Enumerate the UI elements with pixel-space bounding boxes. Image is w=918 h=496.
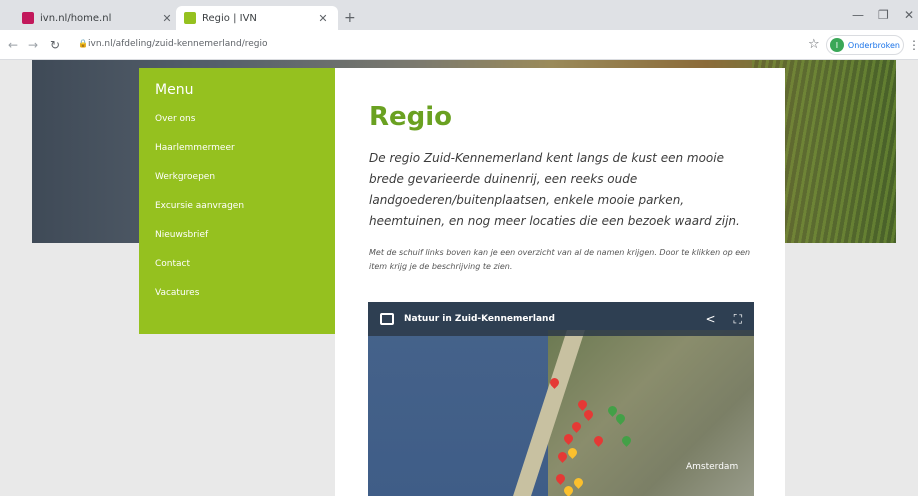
forward-icon[interactable]: →	[28, 38, 38, 52]
menu-item-over-ons[interactable]: Over ons	[155, 114, 319, 143]
maximize-icon[interactable]: ❐	[878, 8, 889, 22]
menu-title: Menu	[155, 82, 194, 98]
tab-title: Regio | IVN	[202, 12, 257, 24]
browser-tab-2[interactable]: Regio | IVN ✕	[176, 6, 338, 30]
menu-item-contact[interactable]: Contact	[155, 259, 319, 288]
reload-icon[interactable]: ↻	[50, 38, 60, 52]
close-window-icon[interactable]: ✕	[904, 8, 914, 22]
menu-item-haarlemmermeer[interactable]: Haarlemmermeer	[155, 143, 319, 172]
profile-status: Onderbroken	[847, 40, 900, 50]
menu-item-werkgroepen[interactable]: Werkgroepen	[155, 172, 319, 201]
menu-item-excursie[interactable]: Excursie aanvragen	[155, 201, 319, 230]
intro-text: De regio Zuid-Kennemerland kent langs de…	[369, 151, 740, 228]
map-header: Natuur in Zuid-Kennemerland < ⛶	[368, 302, 754, 336]
back-icon[interactable]: ←	[8, 38, 18, 52]
avatar: I	[830, 38, 844, 52]
embedded-map[interactable]: Natuur in Zuid-Kennemerland < ⛶ Amsterda…	[368, 302, 754, 496]
menu-item-vacatures[interactable]: Vacatures	[155, 288, 319, 317]
bookmark-star-icon[interactable]: ☆	[808, 37, 820, 52]
close-tab-icon[interactable]: ✕	[160, 12, 174, 25]
share-icon[interactable]: <	[706, 312, 716, 326]
fullscreen-icon[interactable]: ⛶	[734, 312, 742, 327]
browser-tab-bar: ivn.nl/home.nl ✕ Regio | IVN ✕ + — ❐ ✕	[0, 0, 918, 30]
address-bar: ← → ↻ 🔒 ivn.nl/afdeling/zuid-kennemerlan…	[0, 30, 918, 60]
page-title: Regio	[369, 102, 453, 132]
favicon-icon	[22, 12, 34, 24]
map-city-label: Amsterdam	[686, 462, 739, 472]
map-title: Natuur in Zuid-Kennemerland	[404, 314, 555, 324]
map-legend-toggle-icon[interactable]	[380, 313, 394, 325]
browser-menu-icon[interactable]: ⋮	[908, 38, 918, 52]
browser-tab-1[interactable]: ivn.nl/home.nl ✕	[14, 6, 182, 30]
profile-button[interactable]: I Onderbroken	[826, 35, 904, 55]
tab-title: ivn.nl/home.nl	[40, 12, 112, 24]
new-tab-button[interactable]: +	[344, 10, 356, 26]
close-tab-icon[interactable]: ✕	[316, 12, 330, 25]
favicon-icon	[184, 12, 196, 24]
minimize-icon[interactable]: —	[852, 8, 864, 22]
side-menu: Menu Over ons Haarlemmermeer Werkgroepen…	[139, 68, 335, 334]
lock-icon: 🔒	[78, 39, 88, 48]
menu-item-nieuwsbrief[interactable]: Nieuwsbrief	[155, 230, 319, 259]
instruction-text: Met de schuif links boven kan je een ove…	[369, 248, 751, 271]
url-field[interactable]: ivn.nl/afdeling/zuid-kennemerland/regio	[88, 39, 268, 49]
